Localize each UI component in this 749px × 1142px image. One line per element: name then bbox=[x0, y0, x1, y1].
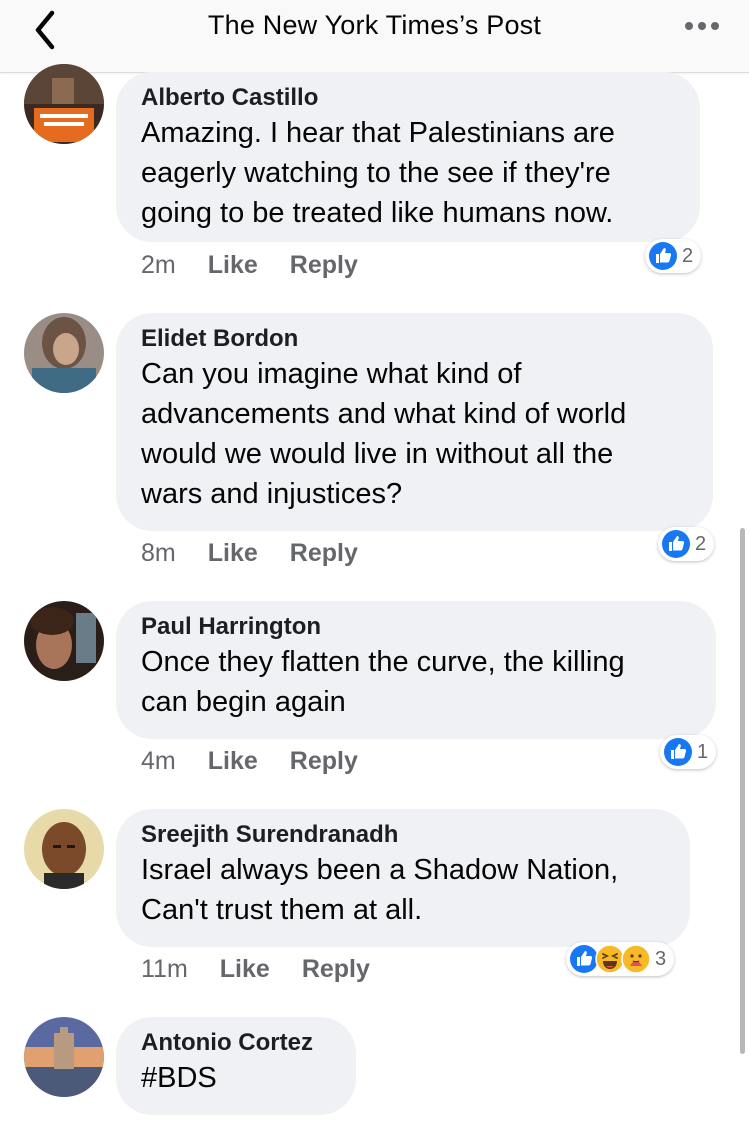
comment-bubble: Sreejith Surendranadh Israel always been… bbox=[116, 809, 690, 947]
like-reaction-icon bbox=[662, 530, 690, 558]
avatar[interactable] bbox=[24, 313, 104, 393]
comment-text: Amazing. I hear that Palestinians are ea… bbox=[141, 117, 615, 229]
comment-text: #BDS bbox=[141, 1062, 217, 1094]
top-bar: The New York Times’s Post bbox=[0, 0, 749, 73]
comment-time: 2m bbox=[141, 251, 176, 279]
like-reaction-icon bbox=[664, 738, 692, 766]
reply-button[interactable]: Reply bbox=[290, 251, 358, 280]
comment-bubble: Antonio Cortez #BDS bbox=[116, 1017, 356, 1115]
reaction-summary[interactable]: 1 bbox=[660, 735, 717, 769]
reply-button[interactable]: Reply bbox=[290, 539, 358, 568]
comment-actions: 4m Like Reply bbox=[141, 747, 390, 776]
more-button[interactable] bbox=[683, 14, 723, 38]
page-title: The New York Times’s Post bbox=[207, 10, 542, 40]
like-button[interactable]: Like bbox=[208, 539, 258, 568]
comment-actions: 8m Like Reply bbox=[141, 539, 390, 568]
comment-time: 4m bbox=[141, 747, 176, 775]
like-button[interactable]: Like bbox=[208, 747, 258, 776]
comment-bubble: Alberto Castillo Amazing. I hear that Pa… bbox=[116, 72, 700, 242]
comment-text: Once they flatten the curve, the killing… bbox=[141, 646, 625, 718]
avatar[interactable] bbox=[24, 64, 104, 144]
avatar[interactable] bbox=[24, 601, 104, 681]
comment-actions: 2m Like Reply bbox=[141, 251, 390, 280]
comment-time: 11m bbox=[141, 955, 188, 983]
reaction-summary[interactable]: 2 bbox=[658, 527, 715, 561]
reaction-count: 1 bbox=[697, 740, 709, 763]
reaction-count: 3 bbox=[655, 947, 667, 970]
scrollbar[interactable] bbox=[740, 528, 745, 1054]
comment-author[interactable]: Alberto Castillo bbox=[141, 83, 676, 113]
comment-actions: 11m Like Reply bbox=[141, 955, 402, 984]
comment-text: Can you imagine what kind of advancement… bbox=[141, 358, 627, 510]
like-button[interactable]: Like bbox=[208, 251, 258, 280]
like-button[interactable]: Like bbox=[220, 955, 270, 984]
more-horizontal-icon bbox=[685, 22, 719, 30]
reply-button[interactable]: Reply bbox=[290, 747, 358, 776]
reaction-count: 2 bbox=[682, 244, 694, 267]
comment-author[interactable]: Antonio Cortez bbox=[141, 1028, 332, 1058]
comment-text: Israel always been a Shadow Nation, Can'… bbox=[141, 854, 619, 926]
comment-author[interactable]: Elidet Bordon bbox=[141, 324, 689, 354]
reaction-summary[interactable]: 2 bbox=[645, 239, 702, 273]
like-reaction-icon bbox=[649, 242, 677, 270]
comment-bubble: Paul Harrington Once they flatten the cu… bbox=[116, 601, 716, 739]
comment-time: 8m bbox=[141, 539, 176, 567]
care-reaction-icon bbox=[621, 944, 651, 974]
reaction-summary[interactable]: 3 bbox=[566, 942, 675, 976]
avatar[interactable] bbox=[24, 809, 104, 889]
reply-button[interactable]: Reply bbox=[302, 955, 370, 984]
comment-bubble: Elidet Bordon Can you imagine what kind … bbox=[116, 313, 713, 531]
comment-author[interactable]: Sreejith Surendranadh bbox=[141, 820, 666, 850]
comment-author[interactable]: Paul Harrington bbox=[141, 612, 692, 642]
avatar[interactable] bbox=[24, 1017, 104, 1097]
reaction-count: 2 bbox=[695, 532, 707, 555]
